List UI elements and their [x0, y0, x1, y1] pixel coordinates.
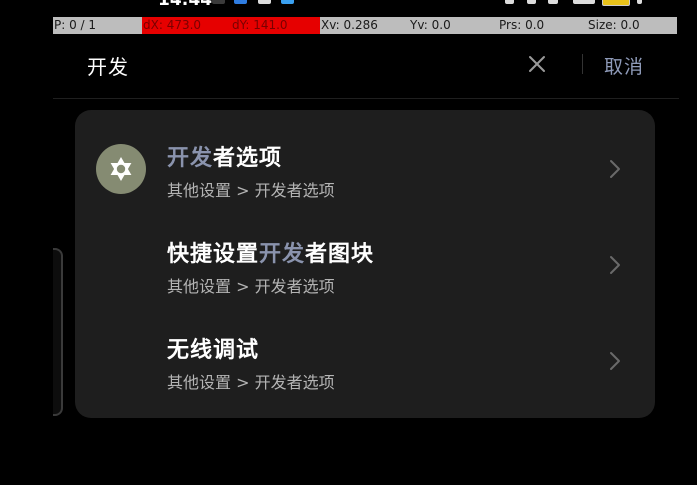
cancel-button[interactable]: 取消 — [604, 52, 644, 79]
gear-icon — [96, 144, 146, 194]
chevron-right-icon — [607, 348, 623, 374]
search-input[interactable]: 开发 — [87, 51, 129, 80]
result-path: 其他设置 > 开发者选项 — [167, 373, 335, 392]
chevron-right-icon — [607, 252, 623, 278]
background-card-edge — [53, 248, 63, 416]
title-rest: 者选项 — [213, 146, 283, 171]
charging-icon — [637, 0, 642, 4]
app-icon — [234, 0, 247, 4]
cellular-icon — [573, 0, 595, 4]
battery-icon — [602, 0, 630, 6]
velocity-x: Xv: 0.286 — [321, 18, 378, 32]
screen: 14:44 P: 0 / 1 dX: 473.0 dY: 141.0 Xv: 0… — [0, 0, 697, 485]
title-highlight: 开发 — [259, 242, 306, 267]
result-title: 无线调试 — [167, 338, 260, 363]
header-separator — [582, 54, 583, 74]
result-quick-settings-developer-tiles[interactable]: 快捷设置开发者图块 其他设置 > 开发者选项 — [75, 216, 655, 312]
app-icon-2 — [281, 0, 294, 4]
delta-x: dX: 473.0 — [142, 17, 231, 34]
notification-icon — [212, 0, 225, 4]
delta-y: dY: 141.0 — [231, 17, 320, 34]
velocity-y: Yv: 0.0 — [410, 18, 451, 32]
message-icon — [258, 0, 271, 4]
mute-icon — [527, 0, 536, 4]
status-bar: 14:44 — [0, 0, 697, 17]
pressure: Prs: 0.0 — [499, 18, 545, 32]
title-highlight: 开发 — [167, 146, 214, 171]
touch-size: Size: 0.0 — [588, 18, 640, 32]
signal-icon — [505, 0, 514, 4]
result-developer-options[interactable]: 开发者选项 其他设置 > 开发者选项 — [75, 120, 655, 216]
result-title: 开发者选项 — [167, 140, 282, 172]
result-wireless-debugging[interactable]: 无线调试 其他设置 > 开发者选项 — [75, 312, 655, 408]
pointer-location-bar: P: 0 / 1 dX: 473.0 dY: 141.0 Xv: 0.286 Y… — [53, 17, 677, 34]
nfc-icon — [548, 0, 558, 4]
search-results-card: 开发者选项 其他设置 > 开发者选项 快捷设置开发者图块 其他设置 > 开发者选… — [75, 110, 655, 418]
result-title: 快捷设置开发者图块 — [167, 236, 374, 268]
header-divider — [53, 98, 679, 99]
title-rest: 者图块 — [305, 242, 375, 267]
close-icon[interactable] — [526, 53, 548, 75]
status-time: 14:44 — [158, 0, 213, 10]
chevron-right-icon — [607, 156, 623, 182]
pointer-count: P: 0 / 1 — [54, 18, 97, 32]
title-prefix: 快捷设置 — [167, 242, 260, 267]
result-path: 其他设置 > 开发者选项 — [167, 181, 335, 200]
result-path: 其他设置 > 开发者选项 — [167, 277, 335, 296]
